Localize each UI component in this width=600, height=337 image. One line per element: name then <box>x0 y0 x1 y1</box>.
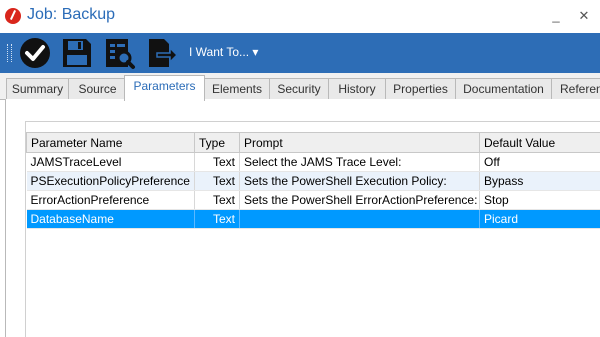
export-icon <box>149 39 179 67</box>
parameters-table: Parameter Name Type Prompt Default Value… <box>26 132 600 229</box>
close-button[interactable]: ✕ <box>574 6 594 26</box>
cell-prompt: Select the JAMS Trace Level: <box>239 152 480 172</box>
cell-type: Text <box>194 152 240 172</box>
cell-default-value: Stop <box>479 190 600 210</box>
column-header-type[interactable]: Type <box>194 132 240 153</box>
minimize-button[interactable]: _ <box>546 6 566 26</box>
cell-type: Text <box>194 190 240 210</box>
app-logo-icon <box>5 8 21 24</box>
tab-security[interactable]: Security <box>269 78 329 99</box>
cell-parameter-name: PSExecutionPolicyPreference <box>26 171 195 191</box>
cell-prompt: Sets the PowerShell Execution Policy: <box>239 171 480 191</box>
title-bar: Job: Backup _ ✕ <box>0 0 600 33</box>
cell-default-value: Off <box>479 152 600 172</box>
table-row[interactable]: JAMSTraceLevel Text Select the JAMS Trac… <box>26 152 600 172</box>
column-header-prompt[interactable]: Prompt <box>239 132 480 153</box>
report-icon <box>106 39 135 69</box>
cell-type: Text <box>194 209 240 229</box>
column-header-default-value[interactable]: Default Value <box>479 132 600 153</box>
parameters-panel: Parameter Name Type Prompt Default Value… <box>5 99 600 337</box>
table-row[interactable]: ErrorActionPreference Text Sets the Powe… <box>26 190 600 210</box>
save-icon <box>63 39 91 67</box>
cell-default-value: Picard <box>479 209 600 229</box>
cell-parameter-name: ErrorActionPreference <box>26 190 195 210</box>
tab-summary[interactable]: Summary <box>6 78 69 99</box>
tab-history[interactable]: History <box>328 78 386 99</box>
report-button[interactable] <box>102 36 136 70</box>
window-title: Job: Backup <box>27 6 116 23</box>
cell-default-value: Bypass <box>479 171 600 191</box>
submit-check-button[interactable] <box>18 36 52 70</box>
panel-divider <box>25 121 600 122</box>
table-row-selected[interactable]: DatabaseName Text Picard <box>26 209 600 229</box>
column-header-parameter-name[interactable]: Parameter Name <box>26 132 195 153</box>
tab-source[interactable]: Source <box>68 78 127 99</box>
tab-parameters[interactable]: Parameters <box>124 75 205 101</box>
export-button[interactable] <box>144 36 179 70</box>
table-row[interactable]: PSExecutionPolicyPreference Text Sets th… <box>26 171 600 191</box>
i-want-to-menu[interactable]: I Want To... ▾ <box>189 45 258 59</box>
save-button[interactable] <box>60 36 94 70</box>
toolbar: I Want To... ▾ <box>0 33 600 73</box>
table-header-row: Parameter Name Type Prompt Default Value <box>26 132 600 153</box>
tab-references[interactable]: References <box>551 78 600 99</box>
tab-strip: Summary Source Parameters Elements Secur… <box>0 73 600 101</box>
cell-parameter-name: JAMSTraceLevel <box>26 152 195 172</box>
tab-elements[interactable]: Elements <box>204 78 270 99</box>
cell-prompt: Sets the PowerShell ErrorActionPreferenc… <box>239 190 480 210</box>
toolbar-grip[interactable] <box>7 44 12 62</box>
cell-type: Text <box>194 171 240 191</box>
tab-properties[interactable]: Properties <box>385 78 456 99</box>
tab-documentation[interactable]: Documentation <box>455 78 552 99</box>
cell-prompt <box>239 209 480 229</box>
check-icon <box>20 38 50 68</box>
cell-parameter-name: DatabaseName <box>26 209 195 229</box>
